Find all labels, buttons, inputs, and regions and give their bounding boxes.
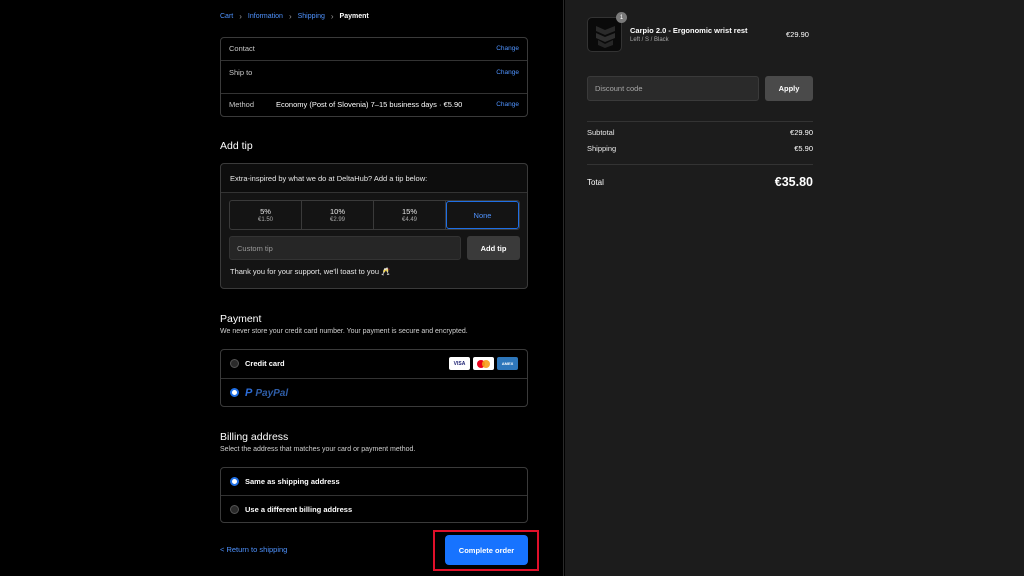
tip-option-10[interactable]: 10% €2.99: [302, 201, 374, 229]
breadcrumb-shipping[interactable]: Shipping: [298, 13, 325, 20]
product-variant: Left / S / Black: [630, 37, 669, 43]
different-address-radio[interactable]: [230, 505, 239, 514]
tip-prompt: Extra-inspired by what we do at DeltaHub…: [221, 164, 527, 193]
return-to-shipping-link[interactable]: < Return to shipping: [220, 545, 287, 554]
breadcrumb: Cart › Information › Shipping › Payment: [220, 12, 528, 21]
payment-methods-box: Credit card VISA AMEX P PayPal: [220, 349, 528, 407]
chevron-right-icon: ›: [288, 12, 292, 21]
product-image-icon: [596, 26, 615, 48]
tip-amount: €2.99: [329, 217, 345, 223]
tip-options: 5% €1.50 10% €2.99 15% €4.49 None: [229, 200, 520, 230]
billing-options-box: Same as shipping address Use a different…: [220, 467, 528, 523]
shipping-label: Shipping: [587, 144, 617, 153]
review-contact-row: Contact Change: [229, 44, 519, 53]
subtotal-label: Subtotal: [587, 128, 615, 137]
tip-box: Extra-inspired by what we do at DeltaHub…: [220, 163, 528, 289]
tip-option-5[interactable]: 5% €1.50: [230, 201, 302, 229]
complete-order-button[interactable]: Complete order: [445, 535, 528, 565]
divider: [587, 164, 813, 165]
same-address-label[interactable]: Same as shipping address: [245, 477, 340, 486]
billing-subtext: Select the address that matches your car…: [220, 446, 416, 453]
chevron-right-icon: ›: [239, 12, 242, 21]
tip-amount: €1.50: [257, 217, 273, 223]
contact-label: Contact: [229, 44, 255, 53]
review-ship-to-row: Ship to Change: [229, 68, 519, 77]
total-row: Total €35.80: [587, 175, 813, 189]
amex-icon: AMEX: [497, 357, 518, 370]
method-value: Economy (Post of Slovenia) 7–15 business…: [276, 100, 463, 109]
apply-discount-button[interactable]: Apply: [765, 76, 813, 101]
paypal-icon: P: [245, 387, 253, 399]
divider: [587, 121, 813, 122]
change-contact-link[interactable]: Change: [496, 45, 519, 52]
ship-to-label: Ship to: [229, 68, 253, 77]
total-label: Total: [587, 177, 604, 187]
chevron-right-icon: ›: [330, 12, 334, 21]
discount-code-input[interactable]: Discount code: [587, 76, 759, 101]
product-price: €29.90: [786, 30, 809, 39]
breadcrumb-information[interactable]: Information: [248, 13, 283, 20]
divider: [221, 495, 527, 496]
paypal-label: PayPal: [255, 387, 289, 399]
review-method-row: Method Economy (Post of Slovenia) 7–15 b…: [229, 100, 519, 109]
payment-subtext: We never store your credit card number. …: [220, 328, 468, 335]
credit-card-radio[interactable]: [230, 359, 239, 368]
divider: [221, 378, 527, 379]
payment-heading: Payment: [220, 313, 262, 325]
credit-card-label[interactable]: Credit card: [245, 359, 285, 368]
mastercard-icon: [473, 357, 494, 370]
tip-percent: None: [473, 210, 492, 220]
subtotal-row: Subtotal €29.90: [587, 128, 813, 137]
tip-amount: €4.49: [401, 217, 417, 223]
divider: [221, 60, 527, 61]
product-name: Carpio 2.0 - Ergonomic wrist rest: [630, 26, 748, 35]
paypal-logo[interactable]: P PayPal: [245, 387, 288, 399]
order-review-box: Contact Change Ship to Change Method Eco…: [220, 37, 528, 117]
tip-percent: 10%: [329, 207, 345, 216]
shipping-value: €5.90: [794, 144, 813, 153]
tip-thanks-text: Thank you for your support, we'll toast …: [230, 267, 391, 276]
quantity-badge: 1: [616, 12, 627, 23]
add-tip-heading: Add tip: [220, 140, 253, 152]
visa-icon: VISA: [449, 357, 470, 370]
card-brands: VISA AMEX: [449, 357, 518, 370]
change-method-link[interactable]: Change: [496, 101, 519, 108]
subtotal-value: €29.90: [790, 128, 813, 137]
breadcrumb-payment: Payment: [339, 13, 369, 20]
total-value: €35.80: [774, 175, 813, 189]
billing-heading: Billing address: [220, 431, 289, 443]
tip-percent: 5%: [260, 207, 271, 216]
paypal-radio[interactable]: [230, 388, 239, 397]
product-thumbnail: [587, 17, 622, 52]
change-ship-to-link[interactable]: Change: [496, 69, 519, 76]
different-address-label[interactable]: Use a different billing address: [245, 505, 352, 514]
same-address-radio[interactable]: [230, 477, 239, 486]
breadcrumb-cart[interactable]: Cart: [220, 13, 233, 20]
tip-percent: 15%: [401, 207, 417, 216]
method-label: Method: [229, 100, 255, 109]
tip-option-15[interactable]: 15% €4.49: [374, 201, 446, 229]
custom-tip-input[interactable]: Custom tip: [229, 236, 461, 260]
divider: [221, 93, 527, 94]
shipping-row: Shipping €5.90: [587, 144, 813, 153]
tip-option-none[interactable]: None: [446, 201, 519, 229]
add-tip-button[interactable]: Add tip: [467, 236, 520, 260]
